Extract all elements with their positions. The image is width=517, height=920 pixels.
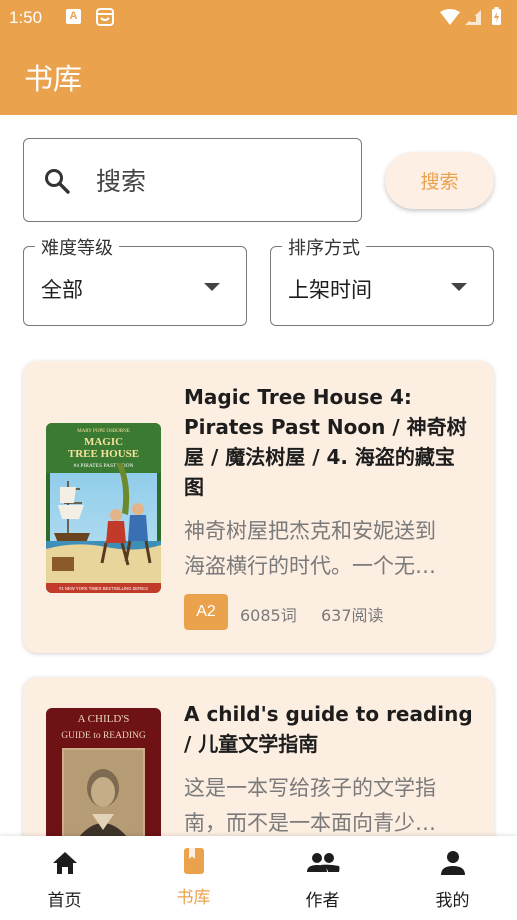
nav-label-authors: 作者 xyxy=(305,891,340,911)
cover-footer-text: #1 NEW YORK TIMES BESTSELLING SERIES xyxy=(59,586,148,591)
book-title: Magic Tree House 4: Pirates Past Noon / … xyxy=(184,385,467,499)
page-title: 书库 xyxy=(24,62,83,96)
nav-item-home[interactable]: 首页 xyxy=(0,836,129,920)
search-button[interactable]: 搜索 xyxy=(385,152,494,209)
notification-a-icon: A xyxy=(66,9,81,24)
difficulty-select-value: 全部 xyxy=(41,278,83,302)
nav-label-profile: 我的 xyxy=(435,891,470,911)
nav-label-home: 首页 xyxy=(47,891,82,911)
book-description: 神奇树屋把杰克和安妮送到 海盗横行的时代。一个无… xyxy=(184,514,468,584)
status-time: 1:50 xyxy=(9,8,43,27)
notification-app-icon xyxy=(96,8,114,26)
book-description-line: 海盗横行的时代。一个无… xyxy=(184,554,436,578)
cover-title-text-2: TREE HOUSE xyxy=(68,448,139,460)
status-indicators-icon xyxy=(440,7,501,25)
word-count: 6085词 xyxy=(240,606,297,625)
book-title: A child's guide to reading / 儿童文学指南 xyxy=(184,702,473,756)
book-description-line: 神奇树屋把杰克和安妮送到 xyxy=(184,519,436,543)
nav-label-library: 书库 xyxy=(176,888,211,908)
status-bar: 1:50 A xyxy=(0,0,517,36)
app-bar: 书库 xyxy=(0,36,517,115)
search-input[interactable] xyxy=(96,159,346,203)
book-description-line: 这是一本写给孩子的文学指 xyxy=(184,776,436,800)
sort-select-value: 上架时间 xyxy=(288,278,372,302)
read-count: 637阅读 xyxy=(321,606,384,625)
cover-title-text: MAGIC xyxy=(84,436,123,448)
home-icon xyxy=(52,852,77,874)
cover-subtitle-text: #4 PIRATES PAST NOON xyxy=(73,463,133,469)
people-icon xyxy=(306,853,339,872)
bottom-navigation: 首页 书库 作者 我的 xyxy=(0,836,517,920)
difficulty-select-label: 难度等级 xyxy=(35,234,119,260)
book-cover-image: MARY POPE OSBORNE MAGIC TREE HOUSE #4 PI… xyxy=(46,423,161,593)
cover-title-text-2: GUIDE to READING xyxy=(61,731,146,741)
book-card[interactable]: MARY POPE OSBORNE MAGIC TREE HOUSE #4 PI… xyxy=(23,361,494,653)
person-icon xyxy=(440,851,465,875)
search-icon xyxy=(45,169,70,194)
dropdown-arrow-icon xyxy=(451,283,467,291)
nav-item-library[interactable]: 书库 xyxy=(129,836,258,920)
book-icon xyxy=(183,848,204,874)
nav-item-authors[interactable]: 作者 xyxy=(258,836,387,920)
level-badge: A2 xyxy=(184,594,228,630)
sort-select[interactable]: 排序方式 上架时间 xyxy=(270,234,494,326)
book-description: 这是一本写给孩子的文学指 南，而不是一本面向青少… xyxy=(184,771,468,841)
cover-title-text: A CHILD'S xyxy=(78,713,130,725)
dropdown-arrow-icon xyxy=(204,283,220,291)
sort-select-label: 排序方式 xyxy=(282,234,366,260)
nav-item-profile[interactable]: 我的 xyxy=(388,836,517,920)
difficulty-select[interactable]: 难度等级 全部 xyxy=(23,234,247,326)
cover-author-text: MARY POPE OSBORNE xyxy=(77,429,130,434)
search-field[interactable] xyxy=(23,138,362,222)
